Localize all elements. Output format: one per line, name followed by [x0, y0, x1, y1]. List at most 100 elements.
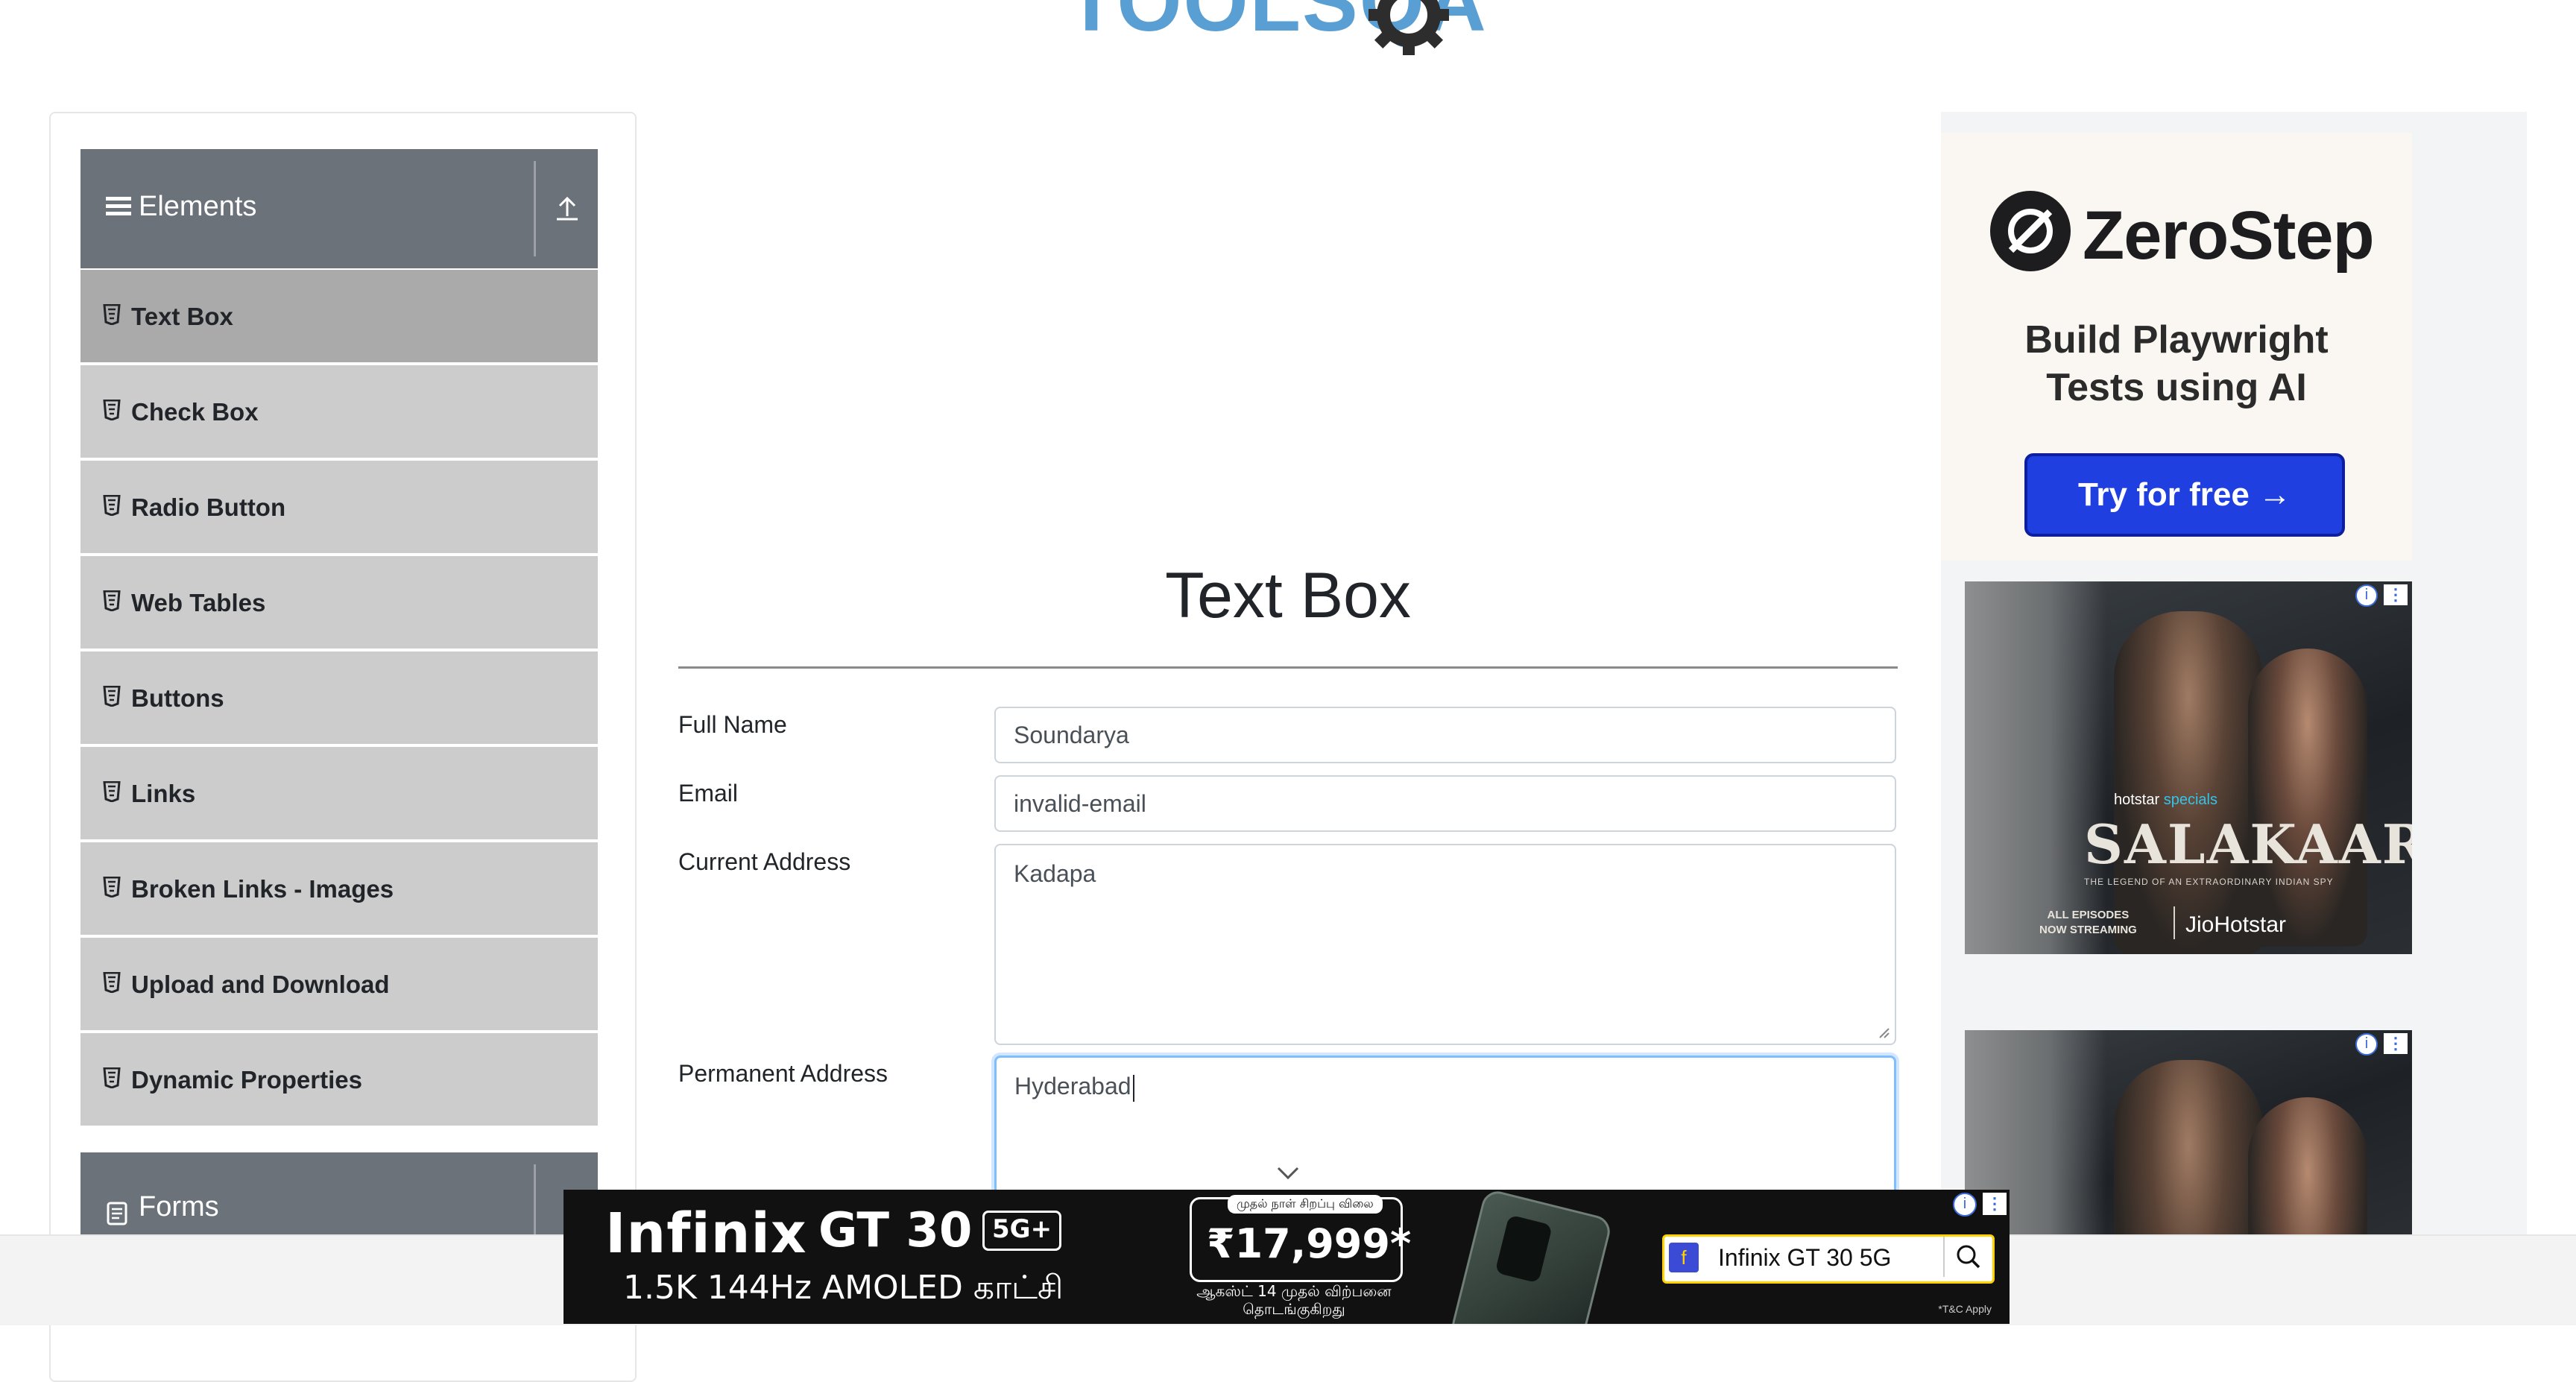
- ad-wall-art: [1965, 581, 2106, 954]
- sidebar-item-text-box[interactable]: Text Box: [80, 270, 598, 362]
- sidebar-item-label: Broken Links - Images: [131, 875, 394, 903]
- search-button[interactable]: [1943, 1237, 1992, 1277]
- flipkart-icon: f: [1669, 1243, 1699, 1272]
- hamburger-icon: [106, 197, 131, 215]
- sidebar-item-dynamic-properties[interactable]: Dynamic Properties: [80, 1033, 598, 1126]
- ad-menu-icon[interactable]: ⋮: [1983, 1193, 2007, 1215]
- sidebar-item-upload-download[interactable]: Upload and Download: [80, 938, 598, 1030]
- infinix-brand: Infinix: [605, 1202, 807, 1266]
- infinix-price-tag: முதல் நாள் சிறப்பு விலை ₹17,999*: [1190, 1195, 1411, 1282]
- forms-group-title: Forms: [139, 1191, 219, 1222]
- sidebar-item-label: Text Box: [131, 303, 233, 330]
- infinix-search-box[interactable]: f Infinix GT 30 5G: [1662, 1234, 1995, 1284]
- ad-streaming-line2: NOW STREAMING: [2039, 924, 2137, 936]
- html5-icon: [103, 686, 121, 707]
- ad-streaming-text: ALL EPISODES NOW STREAMING: [2039, 908, 2137, 938]
- resize-grip-icon[interactable]: [1877, 1026, 1890, 1039]
- infinix-price-caption: முதல் நாள் சிறப்பு விலை: [1228, 1195, 1383, 1214]
- infinix-banner-ad[interactable]: Infinix GT 30 5G+ 1.5K 144Hz AMOLED காட்…: [564, 1190, 2010, 1324]
- sidebar-item-label: Dynamic Properties: [131, 1066, 362, 1094]
- infinix-search-text: Infinix GT 30 5G: [1718, 1244, 1892, 1271]
- current-address-value: Kadapa: [1014, 860, 1096, 887]
- zerostep-tagline-line1: Build Playwright: [2024, 318, 2329, 362]
- html5-icon: [103, 877, 121, 897]
- sidebar-item-web-tables[interactable]: Web Tables: [80, 556, 598, 649]
- salakaar-ad[interactable]: hotstar specials SALAKAAR THE LEGEND OF …: [1965, 581, 2412, 954]
- title-divider: [678, 666, 1898, 669]
- ad-streaming-line1: ALL EPISODES: [2047, 909, 2130, 921]
- sidebar-item-label: Web Tables: [131, 589, 266, 616]
- current-address-textarea[interactable]: Kadapa: [994, 844, 1896, 1045]
- zerostep-logo-icon: [1990, 191, 2071, 271]
- sidebar-item-radio-button[interactable]: Radio Button: [80, 461, 598, 553]
- ad-actor-image: [2114, 1060, 2263, 1236]
- sidebar-item-links[interactable]: Links: [80, 747, 598, 839]
- infinix-sale-date-line2: தொடங்குகிறது: [1243, 1300, 1345, 1318]
- email-input[interactable]: invalid-email: [994, 775, 1896, 832]
- infinix-terms: *T&C Apply: [1938, 1303, 1992, 1315]
- email-label: Email: [678, 780, 739, 807]
- ad-platform-label: hotstar specials: [2114, 792, 2217, 809]
- ad-info-icon[interactable]: i: [2355, 584, 2378, 607]
- infinix-price: ₹17,999*: [1207, 1220, 1412, 1267]
- text-caret: [1132, 1074, 1134, 1102]
- phone-camera: [1494, 1214, 1553, 1284]
- ad-menu-icon[interactable]: ⋮: [2384, 1033, 2408, 1054]
- html5-icon: [103, 304, 121, 325]
- chevron-down-icon[interactable]: [1276, 1166, 1300, 1181]
- header-divider: [534, 161, 536, 256]
- infinix-phone-image: [1448, 1190, 1614, 1324]
- html5-icon: [103, 495, 121, 516]
- ad-platform-suffix: specials: [2163, 792, 2217, 808]
- ad-footer-brand: JioHotstar: [2185, 912, 2287, 937]
- ad-actor-image: [2114, 611, 2263, 954]
- full-name-label: Full Name: [678, 711, 787, 738]
- current-address-label: Current Address: [678, 848, 851, 875]
- elements-group-header[interactable]: Elements: [80, 149, 598, 268]
- sidebar-item-label: Upload and Download: [131, 971, 390, 998]
- sidebar-item-broken-links[interactable]: Broken Links - Images: [80, 842, 598, 935]
- full-name-value: Soundarya: [1014, 722, 1129, 748]
- document-icon: [107, 1202, 127, 1225]
- sidebar-item-buttons[interactable]: Buttons: [80, 651, 598, 744]
- zerostep-brand: ZeroStep: [2083, 198, 2375, 274]
- ad-info-icon[interactable]: i: [1953, 1193, 1977, 1217]
- email-value: invalid-email: [1014, 790, 1146, 817]
- elements-menu-list: Text Box Check Box Radio Button Web Tabl…: [80, 270, 598, 1129]
- ad-info-icon[interactable]: i: [2355, 1033, 2378, 1056]
- permanent-address-value: Hyderabad: [1014, 1073, 1131, 1099]
- gear-icon: [1368, 0, 1449, 55]
- sidebar-item-check-box[interactable]: Check Box: [80, 365, 598, 458]
- infinix-model: GT 30: [818, 1203, 973, 1258]
- ad-menu-icon[interactable]: ⋮: [2384, 584, 2408, 605]
- toolsqa-logo[interactable]: TOOLSQA: [1066, 0, 1535, 64]
- html5-icon: [103, 972, 121, 993]
- elements-group-title: Elements: [139, 191, 257, 222]
- html5-icon: [103, 1067, 121, 1088]
- zerostep-tagline: Build Playwright Tests using AI: [1941, 316, 2412, 411]
- sidebar-item-label: Links: [131, 780, 196, 807]
- ad-platform-prefix: hotstar: [2114, 792, 2160, 808]
- infinix-sale-date: ஆகஸ்ட் 14 முதல் விற்பனை தொடங்குகிறது: [1167, 1282, 1421, 1318]
- page-title: Text Box: [1165, 560, 1411, 631]
- collapse-arrow-icon[interactable]: [555, 194, 580, 222]
- html5-icon: [103, 781, 121, 802]
- full-name-input[interactable]: Soundarya: [994, 707, 1896, 763]
- try-for-free-button[interactable]: Try for free →: [2024, 453, 2345, 537]
- zerostep-ad[interactable]: ZeroStep Build Playwright Tests using AI…: [1941, 133, 2412, 561]
- sidebar-item-label: Radio Button: [131, 493, 286, 521]
- ad-show-title: SALAKAAR: [2084, 813, 2412, 876]
- infinix-spec: 1.5K 144Hz AMOLED காட்சி: [623, 1269, 1064, 1307]
- zerostep-tagline-line2: Tests using AI: [2046, 366, 2307, 409]
- ad-actress-image: [2248, 649, 2367, 947]
- html5-icon: [103, 400, 121, 420]
- sidebar-item-label: Buttons: [131, 684, 224, 712]
- ad-show-subtitle: THE LEGEND OF AN EXTRAORDINARY INDIAN SP…: [2084, 877, 2334, 887]
- sidebar-item-label: Check Box: [131, 398, 259, 426]
- infinix-5g-badge: 5G+: [982, 1211, 1062, 1251]
- salakaar-ad-2[interactable]: i ⋮: [1965, 1030, 2412, 1236]
- infinix-sale-date-line1: ஆகஸ்ட் 14 முதல் விற்பனை: [1196, 1282, 1392, 1300]
- ad-footer-divider: [2174, 906, 2175, 939]
- permanent-address-label: Permanent Address: [678, 1060, 888, 1087]
- search-icon: [1957, 1245, 1980, 1269]
